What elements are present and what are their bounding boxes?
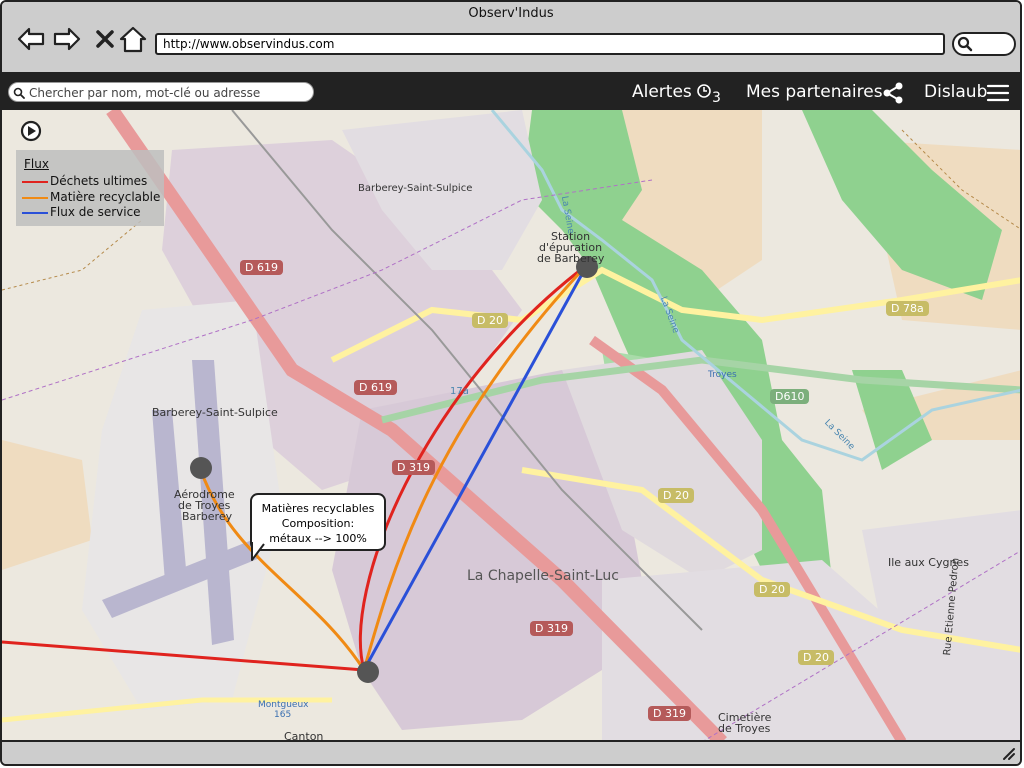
- road-label-d619: D 619: [354, 380, 397, 395]
- share-icon: [883, 82, 903, 104]
- browser-search-field[interactable]: [952, 32, 1016, 56]
- road-label-d20: D 20: [754, 582, 790, 597]
- hamburger-menu-icon: [986, 84, 1010, 102]
- place-label-station: de Barberey: [537, 252, 605, 265]
- browser-chrome: Observ'Indus http://www.observindus.com: [2, 2, 1020, 74]
- road-label-d619: D 619: [240, 260, 283, 275]
- road-label-d20: D 20: [658, 488, 694, 503]
- road-label-d610: D610: [770, 389, 810, 404]
- tooltip-composition-label: Composition:: [281, 517, 355, 530]
- window-title: Observ'Indus: [468, 6, 554, 21]
- road-label-d319: D 319: [648, 706, 691, 721]
- place-label-chapelle: La Chapelle-Saint-Luc: [467, 568, 619, 584]
- home-icon[interactable]: [118, 24, 148, 54]
- road-label-d319: D 319: [392, 460, 435, 475]
- place-label-montgueux: Montgueux: [258, 700, 309, 710]
- app-toolbar: Chercher par nom, mot-clé ou adresse Ale…: [2, 74, 1020, 110]
- search-icon: [13, 87, 25, 99]
- tooltip-title: Matières recyclables: [261, 502, 375, 515]
- back-icon[interactable]: [16, 24, 46, 54]
- status-bar: [2, 740, 1020, 764]
- close-icon[interactable]: [90, 24, 120, 54]
- place-label-barberey: Barberey-Saint-Sulpice: [358, 183, 473, 194]
- tooltip-composition-value: métaux --> 100%: [269, 532, 367, 545]
- road-label-d319: D 319: [530, 621, 573, 636]
- legend-swatch-dechets: [22, 181, 48, 183]
- forward-icon[interactable]: [52, 24, 82, 54]
- legend-swatch-recyclable: [22, 197, 48, 199]
- play-icon[interactable]: [20, 120, 42, 142]
- legend-title: Flux: [24, 157, 49, 171]
- place-label-montgueux-num: 165: [274, 710, 292, 720]
- road-label-d78a: D 78a: [886, 301, 929, 316]
- search-icon: [957, 36, 973, 52]
- place-label-troyes: Troyes: [708, 370, 737, 380]
- partners-menu[interactable]: Mes partenaires: [746, 79, 903, 105]
- url-bar[interactable]: http://www.observindus.com: [155, 33, 945, 55]
- search-placeholder: Chercher par nom, mot-clé ou adresse: [29, 86, 261, 100]
- alerts-menu[interactable]: Alertes 3: [632, 79, 721, 106]
- place-label-barberey-left: Barberey-Saint-Sulpice: [152, 406, 278, 419]
- node-canton: [357, 661, 379, 683]
- flux-legend: Flux Déchets ultimes Matière recyclable …: [16, 150, 164, 226]
- search-input[interactable]: Chercher par nom, mot-clé ou adresse: [8, 82, 314, 102]
- user-label: Dislaub: [924, 82, 988, 102]
- map-view[interactable]: Flux Déchets ultimes Matière recyclable …: [2, 110, 1020, 742]
- browser-window: Observ'Indus http://www.observindus.com: [0, 0, 1022, 766]
- road-label-d20: D 20: [472, 313, 508, 328]
- legend-item-dechets: Déchets ultimes: [50, 174, 148, 188]
- legend-item-recyclable: Matière recyclable: [50, 190, 161, 204]
- place-label-cimetiere: de Troyes: [718, 722, 771, 735]
- legend-item-service: Flux de service: [50, 205, 141, 219]
- road-label-17a: 17a: [450, 386, 469, 397]
- alerts-count: 3: [712, 90, 721, 106]
- tooltip-pointer: [251, 542, 265, 561]
- clock-icon: [697, 84, 711, 98]
- legend-swatch-service: [22, 212, 48, 214]
- alerts-label: Alertes: [632, 82, 692, 102]
- flux-tooltip: Matières recyclables Composition: métaux…: [250, 493, 386, 551]
- user-menu[interactable]: Dislaub: [924, 79, 1010, 105]
- partners-label: Mes partenaires: [746, 82, 883, 102]
- resize-grip-icon[interactable]: [1000, 745, 1016, 761]
- place-label-aerodrome: Barberey: [182, 510, 233, 523]
- node-aerodrome: [190, 457, 212, 479]
- road-label-d20: D 20: [798, 650, 834, 665]
